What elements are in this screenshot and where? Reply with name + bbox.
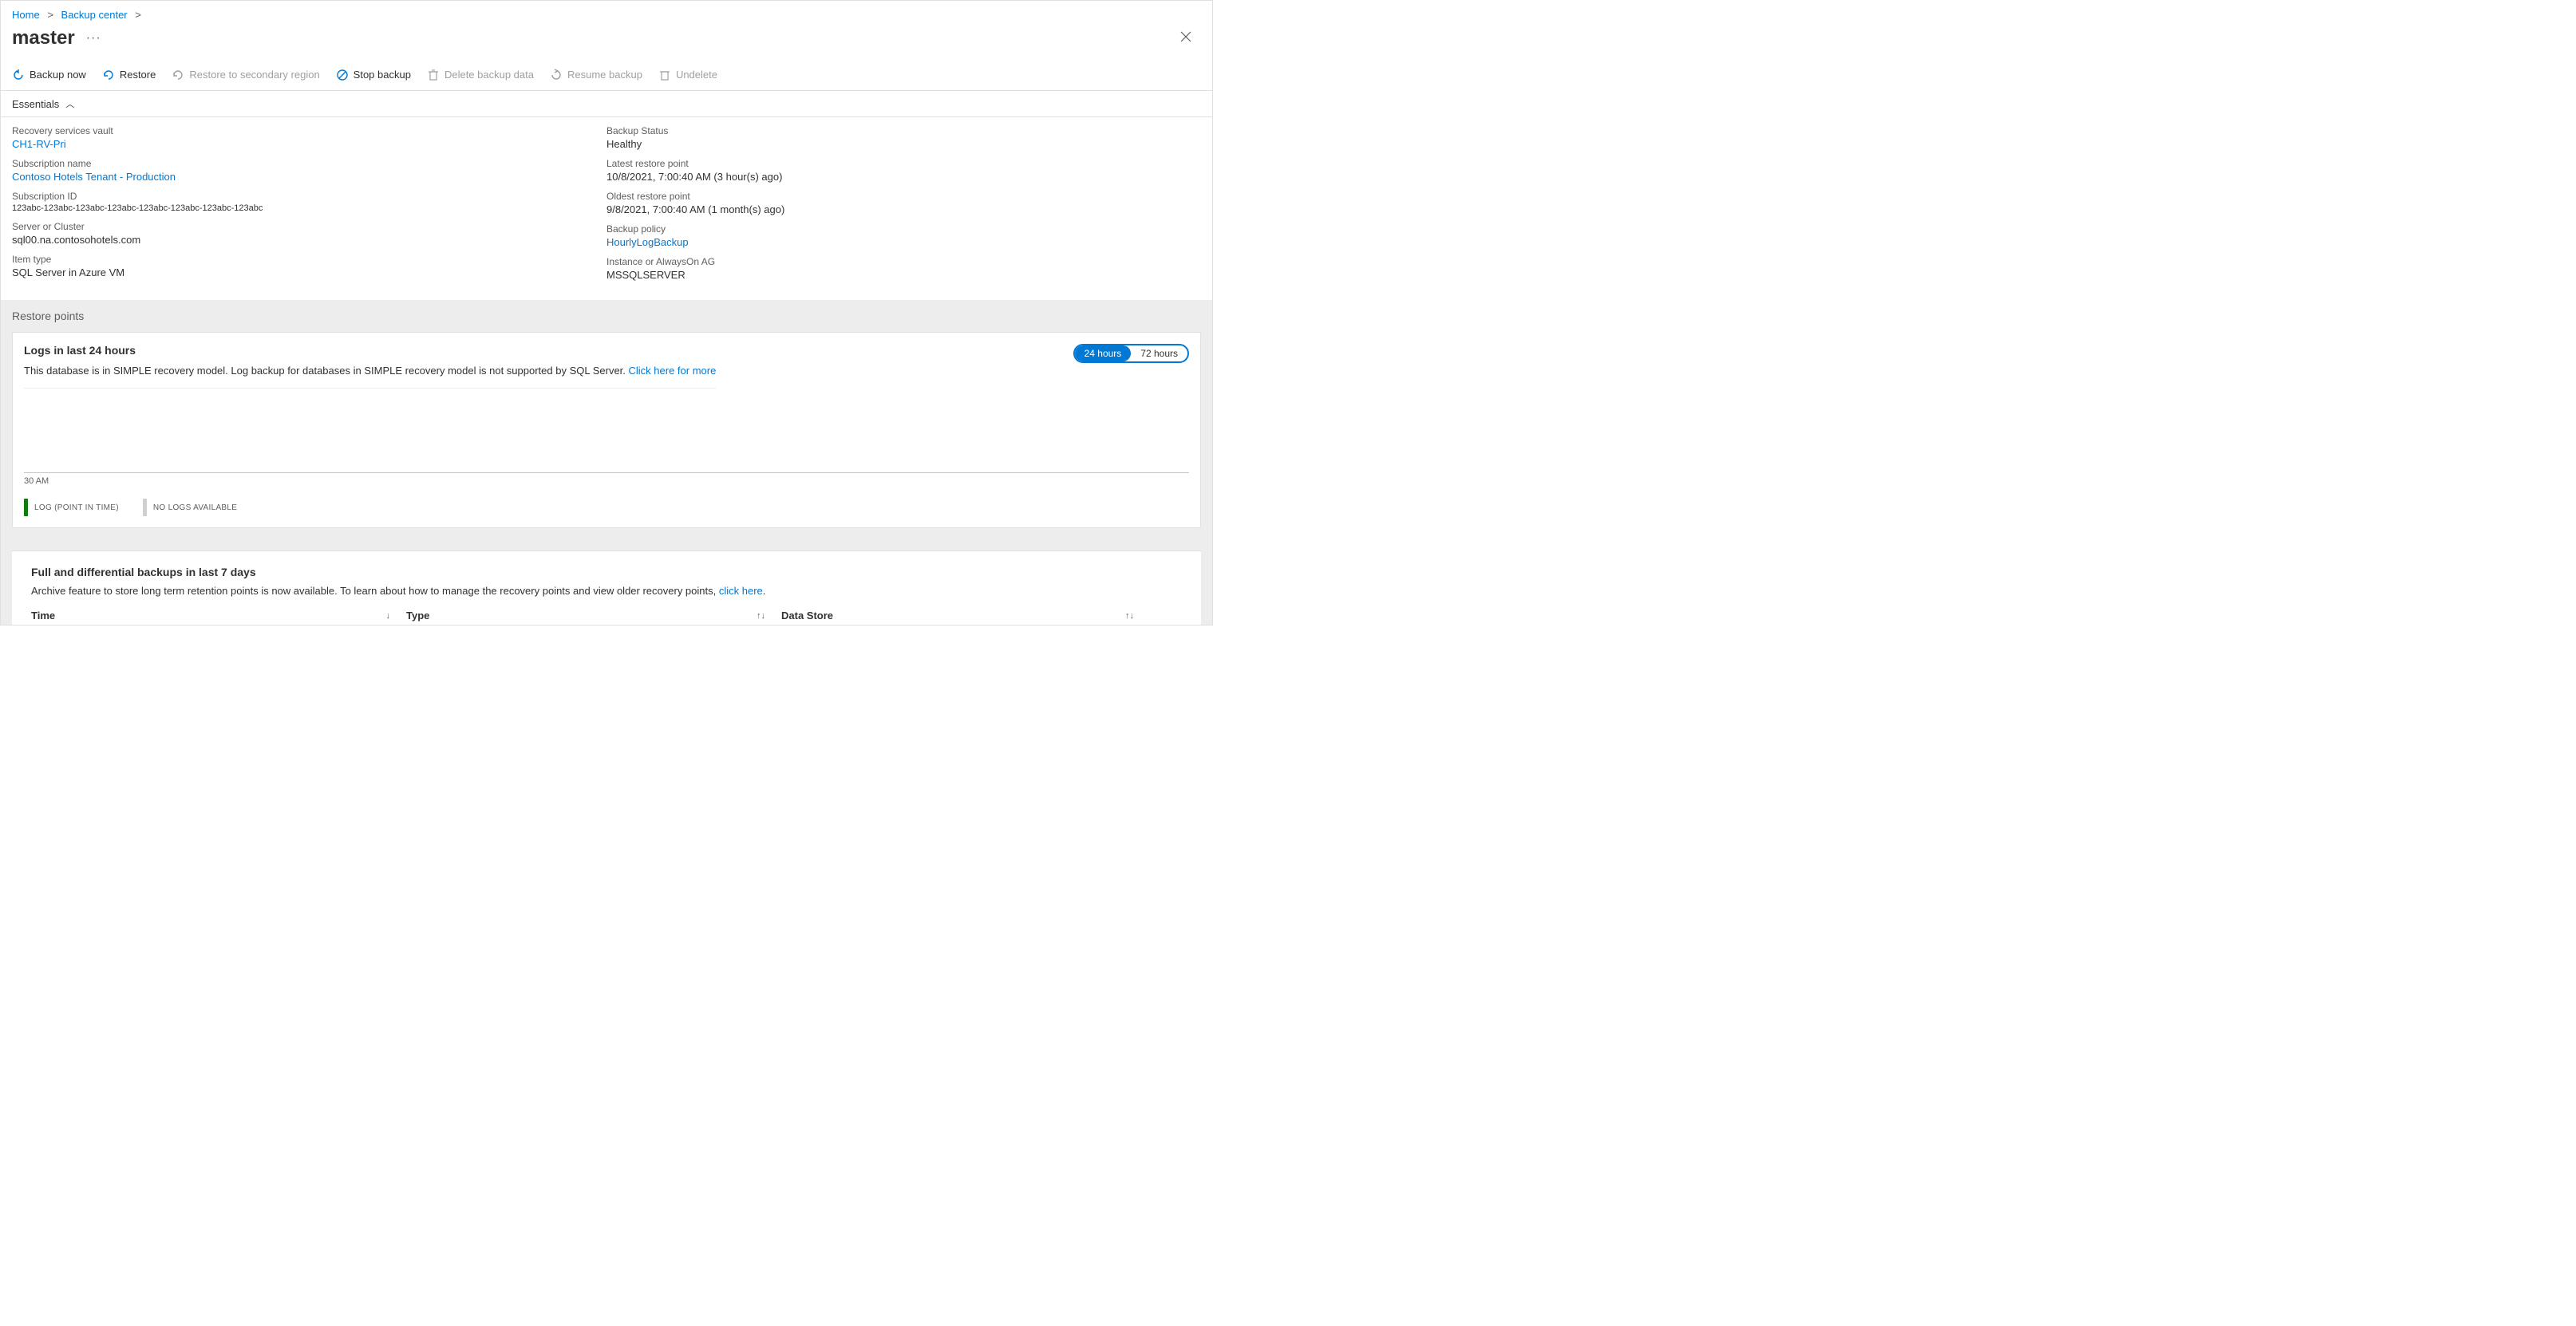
logs-card: Logs in last 24 hours This database is i…: [12, 332, 1201, 528]
legend-pit-label: LOG (POINT IN TIME): [34, 503, 119, 512]
undelete-label: Undelete: [676, 69, 717, 81]
restore-secondary-icon: [172, 69, 184, 81]
stop-backup-button[interactable]: Stop backup: [336, 69, 411, 81]
legend-none-label: NO LOGS AVAILABLE: [153, 503, 237, 512]
item-type-label: Item type: [12, 254, 606, 265]
essentials-panel: Recovery services vault CH1-RV-Pri Subsc…: [1, 117, 1212, 300]
col-type-label: Type: [406, 610, 429, 622]
delete-backup-button: Delete backup data: [427, 69, 534, 81]
resume-icon: [550, 69, 563, 81]
breadcrumb: Home > Backup center >: [1, 1, 1212, 24]
restore-secondary-label: Restore to secondary region: [189, 69, 319, 81]
subscription-name-label: Subscription name: [12, 158, 606, 169]
col-store-label: Data Store: [781, 610, 833, 622]
breadcrumb-home[interactable]: Home: [12, 9, 40, 21]
subscription-name-link[interactable]: Contoso Hotels Tenant - Production: [12, 171, 606, 183]
vault-link[interactable]: CH1-RV-Pri: [12, 138, 606, 150]
logs-more-link[interactable]: Click here for more: [629, 365, 717, 377]
status-value: Healthy: [606, 138, 1201, 150]
logs-description: This database is in SIMPLE recovery mode…: [24, 365, 716, 389]
essentials-toggle[interactable]: Essentials ︿: [1, 91, 1212, 117]
toggle-24h[interactable]: 24 hours: [1075, 345, 1132, 361]
sort-store-icon[interactable]: ↑↓: [1125, 611, 1134, 621]
subscription-id-value: 123abc-123abc-123abc-123abc-123abc-123ab…: [12, 203, 606, 213]
instance-label: Instance or AlwaysOn AG: [606, 256, 1201, 267]
more-actions-icon[interactable]: ···: [86, 31, 101, 45]
oldest-restore-value: 9/8/2021, 7:00:40 AM (1 month(s) ago): [606, 203, 1201, 215]
sort-time-icon[interactable]: ↓: [386, 611, 391, 621]
command-bar: Backup now Restore Restore to secondary …: [1, 59, 1212, 91]
breadcrumb-backup-center[interactable]: Backup center: [61, 9, 128, 21]
instance-value: MSSQLSERVER: [606, 269, 1201, 281]
server-value: sql00.na.contosohotels.com: [12, 234, 606, 246]
restore-secondary-button: Restore to secondary region: [172, 69, 319, 81]
stop-backup-label: Stop backup: [354, 69, 411, 81]
status-label: Backup Status: [606, 125, 1201, 136]
full-diff-link[interactable]: click here: [719, 585, 763, 597]
restore-label: Restore: [120, 69, 156, 81]
backup-now-button[interactable]: Backup now: [12, 69, 86, 81]
delete-backup-label: Delete backup data: [444, 69, 534, 81]
page-title: master: [12, 27, 75, 49]
policy-label: Backup policy: [606, 223, 1201, 235]
time-range-toggle: 24 hours 72 hours: [1073, 344, 1189, 363]
sort-type-icon[interactable]: ↑↓: [757, 611, 765, 621]
restore-button[interactable]: Restore: [102, 69, 156, 81]
chevron-up-icon: ︿: [65, 97, 74, 110]
breadcrumb-sep: >: [42, 9, 58, 21]
toggle-72h[interactable]: 72 hours: [1131, 345, 1187, 361]
logs-desc-text: This database is in SIMPLE recovery mode…: [24, 365, 629, 377]
full-diff-title: Full and differential backups in last 7 …: [31, 566, 1182, 578]
logs-chart: [24, 393, 1189, 473]
legend-point-in-time: LOG (POINT IN TIME): [24, 499, 119, 516]
subscription-id-label: Subscription ID: [12, 191, 606, 202]
oldest-restore-label: Oldest restore point: [606, 191, 1201, 202]
backup-now-label: Backup now: [30, 69, 86, 81]
full-diff-desc-suffix: .: [763, 585, 766, 597]
table-header: Time ↓ Type ↑↓ Data Store ↑↓: [31, 605, 1182, 625]
close-icon[interactable]: [1177, 28, 1195, 49]
resume-backup-button: Resume backup: [550, 69, 642, 81]
legend-no-logs: NO LOGS AVAILABLE: [143, 499, 237, 516]
col-time-label: Time: [31, 610, 55, 622]
undelete-icon: [658, 69, 671, 81]
essentials-label: Essentials: [12, 98, 59, 110]
delete-icon: [427, 69, 440, 81]
latest-restore-value: 10/8/2021, 7:00:40 AM (3 hour(s) ago): [606, 171, 1201, 183]
breadcrumb-sep: >: [130, 9, 146, 21]
full-diff-desc-text: Archive feature to store long term reten…: [31, 585, 719, 597]
policy-link[interactable]: HourlyLogBackup: [606, 236, 1201, 248]
item-type-value: SQL Server in Azure VM: [12, 266, 606, 278]
restore-icon: [102, 69, 115, 81]
vault-label: Recovery services vault: [12, 125, 606, 136]
latest-restore-label: Latest restore point: [606, 158, 1201, 169]
server-label: Server or Cluster: [12, 221, 606, 232]
full-diff-desc: Archive feature to store long term reten…: [31, 585, 1182, 597]
backup-now-icon: [12, 69, 25, 81]
logs-title: Logs in last 24 hours: [24, 344, 716, 357]
stop-backup-icon: [336, 69, 349, 81]
restore-points-title: Restore points: [12, 310, 1201, 322]
undelete-button: Undelete: [658, 69, 717, 81]
resume-backup-label: Resume backup: [567, 69, 642, 81]
chart-time-label: 30 AM: [24, 476, 1189, 486]
full-diff-card: Full and differential backups in last 7 …: [12, 551, 1201, 625]
